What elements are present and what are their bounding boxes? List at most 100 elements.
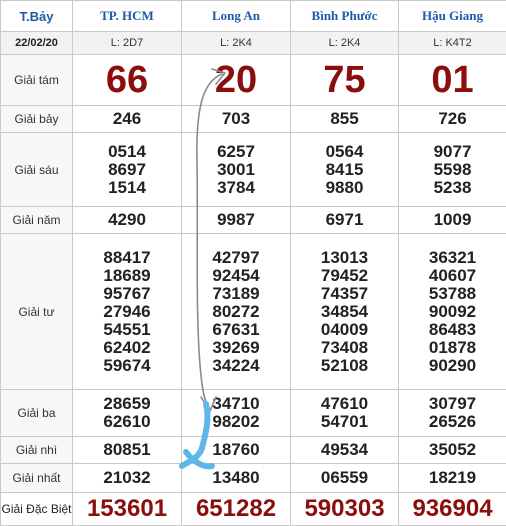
- prize-row-special: Giải Đặc Biệt 153601 651282 590303 93690…: [1, 493, 506, 526]
- prize-number: 9880: [291, 179, 398, 197]
- prize-number: 67631: [182, 321, 290, 339]
- prize-number: 0564: [291, 143, 398, 161]
- prize-cell: 0564 8415 9880: [291, 133, 399, 207]
- prize-number: 21032: [73, 464, 182, 493]
- prize-row-g6: Giải sáu 0514 8697 1514 6257 3001 3784 0…: [1, 133, 506, 207]
- prize-number: 73189: [182, 285, 290, 303]
- prize-number: 34224: [182, 357, 290, 375]
- prize-row-g1: Giải nhất 21032 13480 06559 18219: [1, 464, 506, 493]
- prize-label: Giải tám: [1, 55, 73, 106]
- prize-number: 4290: [73, 207, 182, 234]
- prize-number: 52108: [291, 357, 398, 375]
- prize-number: 35052: [399, 437, 506, 464]
- prize-number: 18689: [73, 267, 181, 285]
- prize-number: 73408: [291, 339, 398, 357]
- province-name-3[interactable]: Bình Phước: [291, 1, 399, 32]
- ticket-code-3: L: 2K4: [291, 32, 399, 55]
- prize-number: 98202: [182, 413, 290, 431]
- prize-label: Giải nhất: [1, 464, 73, 493]
- prize-number: 47610: [291, 395, 398, 413]
- prize-cell: 30797 26526: [399, 390, 506, 437]
- prize-number: 13480: [182, 464, 291, 493]
- prize-row-g5: Giải năm 4290 9987 6971 1009: [1, 207, 506, 234]
- prize-number: 8415: [291, 161, 398, 179]
- prize-number: 66: [73, 55, 182, 106]
- prize-cell: 9077 5598 5238: [399, 133, 506, 207]
- prize-number: 28659: [73, 395, 181, 413]
- ticket-code-2: L: 2K4: [182, 32, 291, 55]
- prize-number: 88417: [73, 249, 181, 267]
- prize-number: 01: [399, 55, 506, 106]
- prize-number: 79452: [291, 267, 398, 285]
- special-prize-number: 651282: [182, 493, 291, 526]
- prize-number: 9077: [399, 143, 506, 161]
- header-row: T.Bảy TP. HCM Long An Bình Phước Hậu Gia…: [1, 1, 506, 32]
- lottery-results-table: T.Bảy TP. HCM Long An Bình Phước Hậu Gia…: [0, 0, 506, 526]
- prize-number: 20: [182, 55, 291, 106]
- prize-number: 90290: [399, 357, 506, 375]
- prize-number: 01878: [399, 339, 506, 357]
- prize-label: Giải Đặc Biệt: [1, 493, 73, 526]
- ticket-code-4: L: K4T2: [399, 32, 506, 55]
- prize-number: 74357: [291, 285, 398, 303]
- prize-number: 3001: [182, 161, 290, 179]
- prize-number: 5598: [399, 161, 506, 179]
- prize-number: 49534: [291, 437, 399, 464]
- prize-number: 0514: [73, 143, 181, 161]
- prize-number: 1514: [73, 179, 181, 197]
- province-name-2[interactable]: Long An: [182, 1, 291, 32]
- prize-cell: 28659 62610: [73, 390, 182, 437]
- prize-number: 86483: [399, 321, 506, 339]
- prize-number: 13013: [291, 249, 398, 267]
- prize-number: 9987: [182, 207, 291, 234]
- prize-number: 34854: [291, 303, 398, 321]
- prize-number: 6257: [182, 143, 290, 161]
- prize-number: 62402: [73, 339, 181, 357]
- prize-number: 54701: [291, 413, 398, 431]
- day-of-week: T.Bảy: [1, 1, 73, 32]
- prize-number: 40607: [399, 267, 506, 285]
- prize-number: 27946: [73, 303, 181, 321]
- prize-number: 6971: [291, 207, 399, 234]
- prize-number: 59674: [73, 357, 181, 375]
- prize-number: 703: [182, 106, 291, 133]
- prize-number: 54551: [73, 321, 181, 339]
- prize-number: 53788: [399, 285, 506, 303]
- draw-date: 22/02/20: [1, 32, 73, 55]
- prize-cell: 34710 98202: [182, 390, 291, 437]
- prize-number: 75: [291, 55, 399, 106]
- prize-number: 42797: [182, 249, 290, 267]
- prize-number: 90092: [399, 303, 506, 321]
- prize-label: Giải năm: [1, 207, 73, 234]
- prize-number: 36321: [399, 249, 506, 267]
- prize-number: 34710: [182, 395, 290, 413]
- province-name-4[interactable]: Hậu Giang: [399, 1, 506, 32]
- prize-number: 26526: [399, 413, 506, 431]
- prize-row-g2: Giải nhì 80851 18760 49534 35052: [1, 437, 506, 464]
- prize-label: Giải sáu: [1, 133, 73, 207]
- prize-number: 5238: [399, 179, 506, 197]
- prize-cell: 13013 79452 74357 34854 04009 73408 5210…: [291, 234, 399, 390]
- prize-label: Giải tư: [1, 234, 73, 390]
- prize-number: 726: [399, 106, 506, 133]
- prize-row-g3: Giải ba 28659 62610 34710 98202 47610 54…: [1, 390, 506, 437]
- province-name-1[interactable]: TP. HCM: [73, 1, 182, 32]
- ticket-code-1: L: 2D7: [73, 32, 182, 55]
- prize-number: 30797: [399, 395, 506, 413]
- prize-number: 3784: [182, 179, 290, 197]
- prize-number: 80272: [182, 303, 290, 321]
- prize-cell: 36321 40607 53788 90092 86483 01878 9029…: [399, 234, 506, 390]
- prize-row-g4: Giải tư 88417 18689 95767 27946 54551 62…: [1, 234, 506, 390]
- prize-cell: 6257 3001 3784: [182, 133, 291, 207]
- prize-cell: 47610 54701: [291, 390, 399, 437]
- prize-label: Giải ba: [1, 390, 73, 437]
- prize-number: 18760: [182, 437, 291, 464]
- prize-number: 18219: [399, 464, 506, 493]
- prize-number: 62610: [73, 413, 181, 431]
- prize-number: 855: [291, 106, 399, 133]
- prize-number: 39269: [182, 339, 290, 357]
- prize-number: 92454: [182, 267, 290, 285]
- special-prize-number: 153601: [73, 493, 182, 526]
- prize-label: Giải bảy: [1, 106, 73, 133]
- prize-number: 80851: [73, 437, 182, 464]
